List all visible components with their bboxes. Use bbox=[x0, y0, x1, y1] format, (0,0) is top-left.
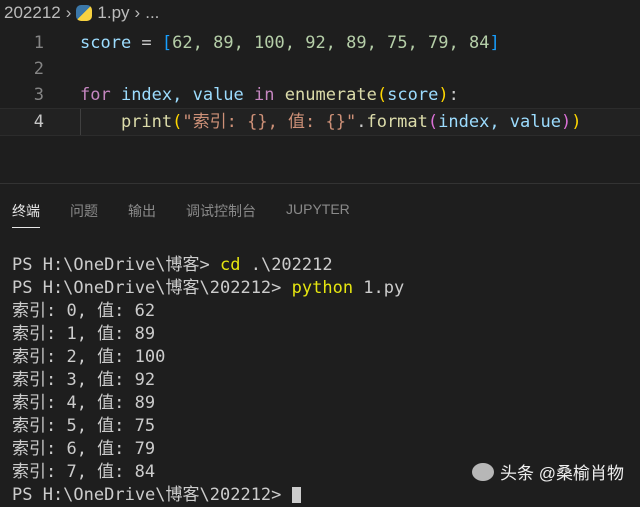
token: ) bbox=[438, 85, 449, 105]
token: . bbox=[356, 112, 367, 132]
breadcrumb-file[interactable]: 1.py bbox=[97, 3, 129, 23]
breadcrumb-more[interactable]: ... bbox=[145, 3, 159, 23]
terminal-line: 索引: 3, 值: 92 bbox=[12, 370, 156, 390]
panel-tabs: 终端 问题 输出 调试控制台 JUPYTER bbox=[0, 201, 640, 228]
terminal-line: 索引: 2, 值: 100 bbox=[12, 347, 166, 367]
tab-debug-console[interactable]: 调试控制台 bbox=[186, 201, 256, 228]
token: ) bbox=[571, 112, 582, 132]
tab-output[interactable]: 输出 bbox=[128, 201, 156, 228]
command-args: 1.py bbox=[353, 278, 405, 298]
terminal-line: 索引: 0, 值: 62 bbox=[12, 301, 156, 321]
bottom-panel: 终端 问题 输出 调试控制台 JUPYTER PS H:\OneDrive\博客… bbox=[0, 183, 640, 505]
terminal-line: PS H:\OneDrive\博客> cd .\202212 bbox=[12, 254, 404, 277]
token: for bbox=[80, 85, 111, 105]
terminal-line: 索引: 7, 值: 84 bbox=[12, 462, 156, 482]
terminal-cursor bbox=[291, 487, 301, 503]
line-number: 2 bbox=[33, 59, 44, 79]
line-number: 4 bbox=[33, 112, 44, 132]
token: = bbox=[131, 33, 162, 53]
token: index, value bbox=[438, 112, 561, 132]
token: ( bbox=[376, 85, 388, 105]
tab-jupyter[interactable]: JUPYTER bbox=[286, 201, 350, 228]
prompt: PS H:\OneDrive\博客\202212> bbox=[12, 278, 292, 298]
token: ] bbox=[489, 33, 500, 53]
watermark-logo-icon bbox=[472, 462, 495, 481]
code-line: 2 bbox=[0, 56, 640, 82]
line-number: 1 bbox=[33, 33, 44, 53]
command: cd bbox=[220, 255, 241, 275]
breadcrumb: 202212 › 1.py › ... bbox=[4, 3, 159, 23]
token: ( bbox=[427, 112, 439, 132]
token: in bbox=[254, 85, 275, 105]
chevron-right-icon: › bbox=[65, 3, 72, 22]
token: : bbox=[448, 85, 459, 105]
code-editor[interactable]: 1 score = [62, 89, 100, 92, 89, 75, 79, 8… bbox=[0, 30, 640, 136]
code-line: 1 score = [62, 89, 100, 92, 89, 75, 79, 8… bbox=[0, 30, 640, 56]
terminal-line: 索引: 6, 值: 79 bbox=[12, 439, 156, 459]
token: score bbox=[80, 33, 132, 53]
token: enumerate bbox=[284, 85, 377, 105]
line-number: 3 bbox=[33, 85, 44, 105]
code-line-current: 4 print("索引: {}, 值: {}".format(index, va… bbox=[0, 108, 640, 136]
code-line: 3 for index, value in enumerate(score): bbox=[0, 82, 640, 108]
tab-terminal[interactable]: 终端 bbox=[12, 201, 40, 228]
watermark: 头条 @桑榆肖物 bbox=[472, 459, 624, 484]
command-args: .\202212 bbox=[240, 255, 333, 275]
prompt: PS H:\OneDrive\博客\202212> bbox=[12, 485, 292, 505]
terminal-line: 索引: 4, 值: 89 bbox=[12, 393, 156, 413]
tab-problems[interactable]: 问题 bbox=[70, 201, 98, 228]
token: score bbox=[387, 85, 439, 105]
watermark-text: 头条 @桑榆肖物 bbox=[500, 464, 624, 483]
token: ( bbox=[172, 112, 183, 132]
chevron-right-icon: › bbox=[134, 3, 141, 22]
terminal-line: 索引: 1, 值: 89 bbox=[12, 324, 156, 344]
indent-guide bbox=[80, 109, 81, 135]
command: python bbox=[291, 278, 354, 298]
token: format bbox=[366, 112, 428, 132]
token: 62, 89, 100, 92, 89, 75, 79, 84 bbox=[172, 33, 490, 53]
breadcrumb-folder[interactable]: 202212 bbox=[4, 3, 61, 23]
prompt: PS H:\OneDrive\博客> bbox=[12, 255, 220, 275]
python-file-icon bbox=[76, 5, 93, 21]
terminal-output[interactable]: PS H:\OneDrive\博客> cd .\202212 PS H:\OneD… bbox=[12, 254, 404, 507]
token: "索引: {}, 值: {}" bbox=[182, 112, 357, 132]
token: print bbox=[120, 112, 173, 132]
terminal-line: 索引: 5, 值: 75 bbox=[12, 416, 156, 436]
terminal-line: PS H:\OneDrive\博客\202212> python 1.py bbox=[12, 277, 404, 300]
token: ) bbox=[560, 112, 572, 132]
token: index, value bbox=[110, 85, 255, 105]
token: [ bbox=[161, 33, 173, 53]
